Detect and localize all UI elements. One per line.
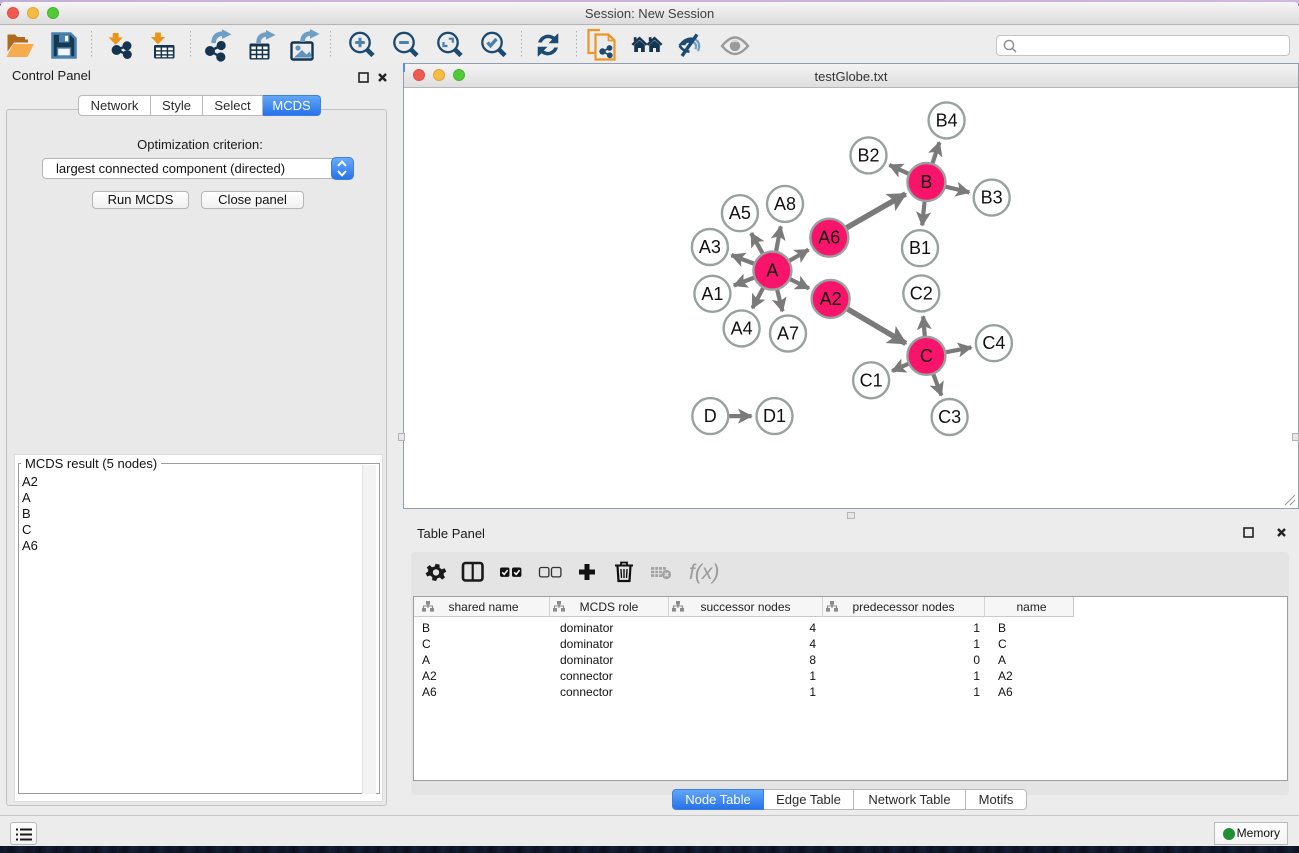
svg-text:B1: B1 — [909, 238, 931, 258]
svg-text:A1: A1 — [701, 284, 723, 304]
svg-text:C1: C1 — [860, 370, 883, 390]
svg-text:D1: D1 — [763, 406, 786, 426]
svg-text:A3: A3 — [699, 237, 721, 257]
svg-text:C2: C2 — [910, 283, 933, 303]
svg-text:C3: C3 — [938, 407, 961, 427]
svg-text:A8: A8 — [774, 194, 796, 214]
svg-text:B3: B3 — [981, 188, 1003, 208]
svg-text:B: B — [920, 172, 932, 192]
svg-text:A7: A7 — [777, 324, 799, 344]
svg-text:f(x): f(x) — [689, 561, 719, 584]
svg-text:B2: B2 — [857, 145, 879, 165]
svg-text:C4: C4 — [982, 333, 1005, 353]
svg-text:C: C — [920, 346, 933, 366]
svg-text:A6: A6 — [818, 228, 840, 248]
svg-text:D: D — [704, 406, 717, 426]
svg-text:A5: A5 — [729, 203, 751, 223]
svg-text:A: A — [766, 261, 778, 281]
svg-text:B4: B4 — [936, 110, 958, 130]
svg-text:A4: A4 — [731, 318, 753, 338]
svg-text:A2: A2 — [820, 289, 842, 309]
